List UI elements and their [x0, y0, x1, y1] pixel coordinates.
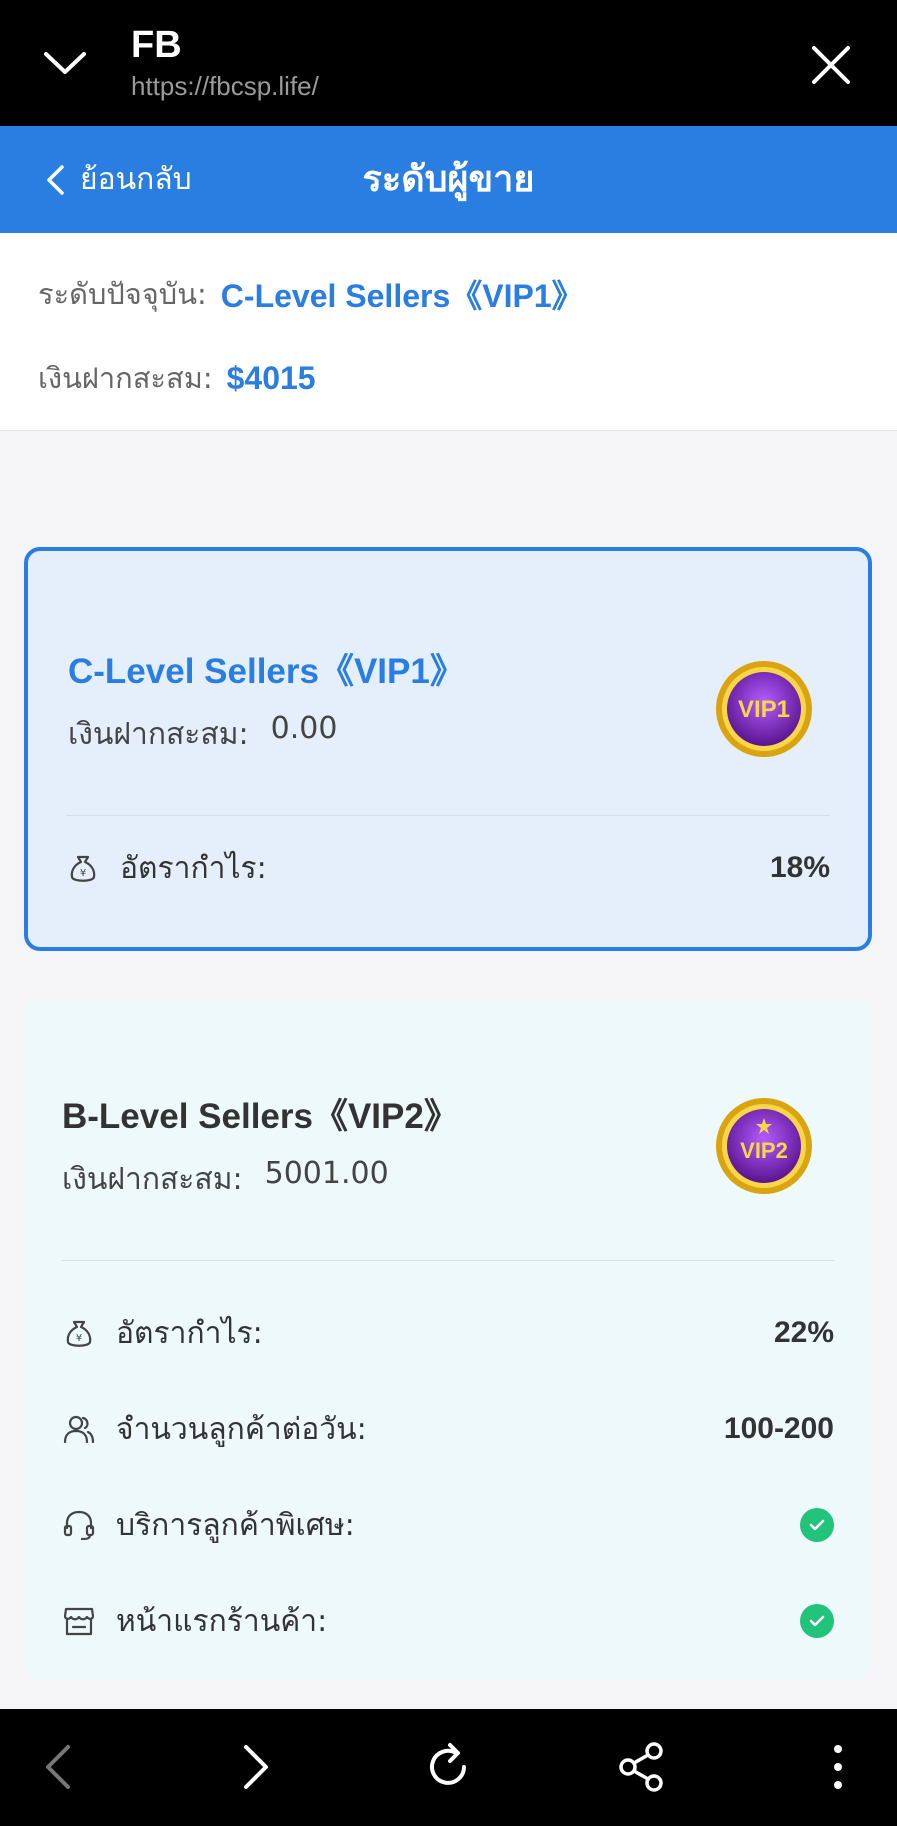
divider — [62, 1260, 834, 1261]
level-deposit-label: เงินฝากสะสม: — [62, 1162, 243, 1197]
feature-row-profit: ¥ อัตรากำไร: 18% — [66, 843, 830, 893]
close-icon[interactable] — [810, 44, 852, 86]
deposit-row: เงินฝากสะสม: $4015 — [38, 355, 316, 401]
feature-row-store-homepage: หน้าแรกร้านค้า: — [62, 1596, 834, 1646]
feature-value: 100-200 — [723, 1412, 834, 1445]
current-level-value: C-Level Sellers《VIP1》 — [220, 278, 584, 314]
check-circle-icon — [800, 1508, 834, 1542]
vip2-badge-text: VIP2 — [740, 1138, 788, 1163]
feature-label: บริการลูกค้าพิเศษ: — [116, 1507, 355, 1543]
feature-label: อัตรากำไร: — [120, 850, 267, 886]
browser-top-bar: FB https://fbcsp.life/ — [0, 0, 897, 126]
level-name: C-Level Sellers《VIP1》 — [68, 652, 465, 691]
svg-text:¥: ¥ — [80, 868, 86, 879]
store-icon — [63, 1607, 95, 1636]
chevron-down-icon[interactable] — [42, 44, 88, 82]
deposit-value: $4015 — [226, 359, 316, 396]
check-circle-icon — [800, 1604, 834, 1638]
deposit-label: เงินฝากสะสม: — [38, 361, 213, 395]
divider — [66, 815, 830, 816]
browser-url[interactable]: https://fbcsp.life/ — [131, 71, 319, 102]
feature-label: จำนวนลูกค้าต่อวัน: — [116, 1411, 367, 1447]
level-deposit-value: 0.00 — [270, 711, 338, 746]
level-card-vip1[interactable]: C-Level Sellers《VIP1》 เงินฝากสะสม: 0.00 … — [24, 547, 872, 951]
feature-value: 22% — [773, 1316, 834, 1349]
level-deposit: เงินฝากสะสม: 5001.00 — [62, 1156, 389, 1203]
current-level-label: ระดับปัจจุบัน: — [38, 277, 207, 311]
level-name: B-Level Sellers《VIP2》 — [62, 1097, 459, 1136]
money-bag-icon: ¥ — [66, 1320, 92, 1347]
feature-label: อัตรากำไร: — [116, 1315, 263, 1351]
feature-row-customers: จำนวนลูกค้าต่อวัน: 100-200 — [62, 1404, 834, 1454]
vip1-badge-icon: VIP1 — [716, 661, 812, 757]
more-icon[interactable] — [810, 1739, 866, 1795]
app-header: ย้อนกลับ ระดับผู้ขาย — [0, 126, 897, 233]
level-deposit: เงินฝากสะสม: 0.00 — [68, 711, 337, 758]
feature-row-profit: ¥ อัตรากำไร: 22% — [62, 1308, 834, 1358]
money-bag-icon: ¥ — [70, 855, 96, 882]
feature-value: 18% — [769, 851, 830, 884]
users-icon — [63, 1415, 95, 1444]
level-deposit-value: 5001.00 — [264, 1156, 389, 1191]
browser-bottom-bar — [0, 1709, 897, 1826]
back-arrow-icon[interactable] — [32, 1739, 88, 1795]
level-summary: ระดับปัจจุบัน: C-Level Sellers《VIP1》 เงิ… — [0, 233, 897, 431]
reload-icon[interactable] — [420, 1739, 476, 1795]
vip1-badge-text: VIP1 — [738, 696, 790, 723]
headset-icon — [63, 1510, 95, 1541]
level-card-vip2[interactable]: B-Level Sellers《VIP2》 เงินฝากสะสม: 5001.… — [24, 1000, 872, 1680]
feature-row-vip-service: บริการลูกค้าพิเศษ: — [62, 1500, 834, 1550]
share-icon[interactable] — [614, 1739, 670, 1795]
level-deposit-label: เงินฝากสะสม: — [68, 717, 249, 752]
feature-label: หน้าแรกร้านค้า: — [116, 1603, 328, 1639]
page-title: ระดับผู้ขาย — [362, 159, 535, 200]
svg-text:¥: ¥ — [76, 1333, 82, 1344]
browser-title: FB — [131, 24, 182, 66]
forward-arrow-icon[interactable] — [226, 1739, 282, 1795]
vip2-badge-icon: VIP2 — [716, 1098, 812, 1194]
current-level-row: ระดับปัจจุบัน: C-Level Sellers《VIP1》 — [38, 271, 584, 317]
